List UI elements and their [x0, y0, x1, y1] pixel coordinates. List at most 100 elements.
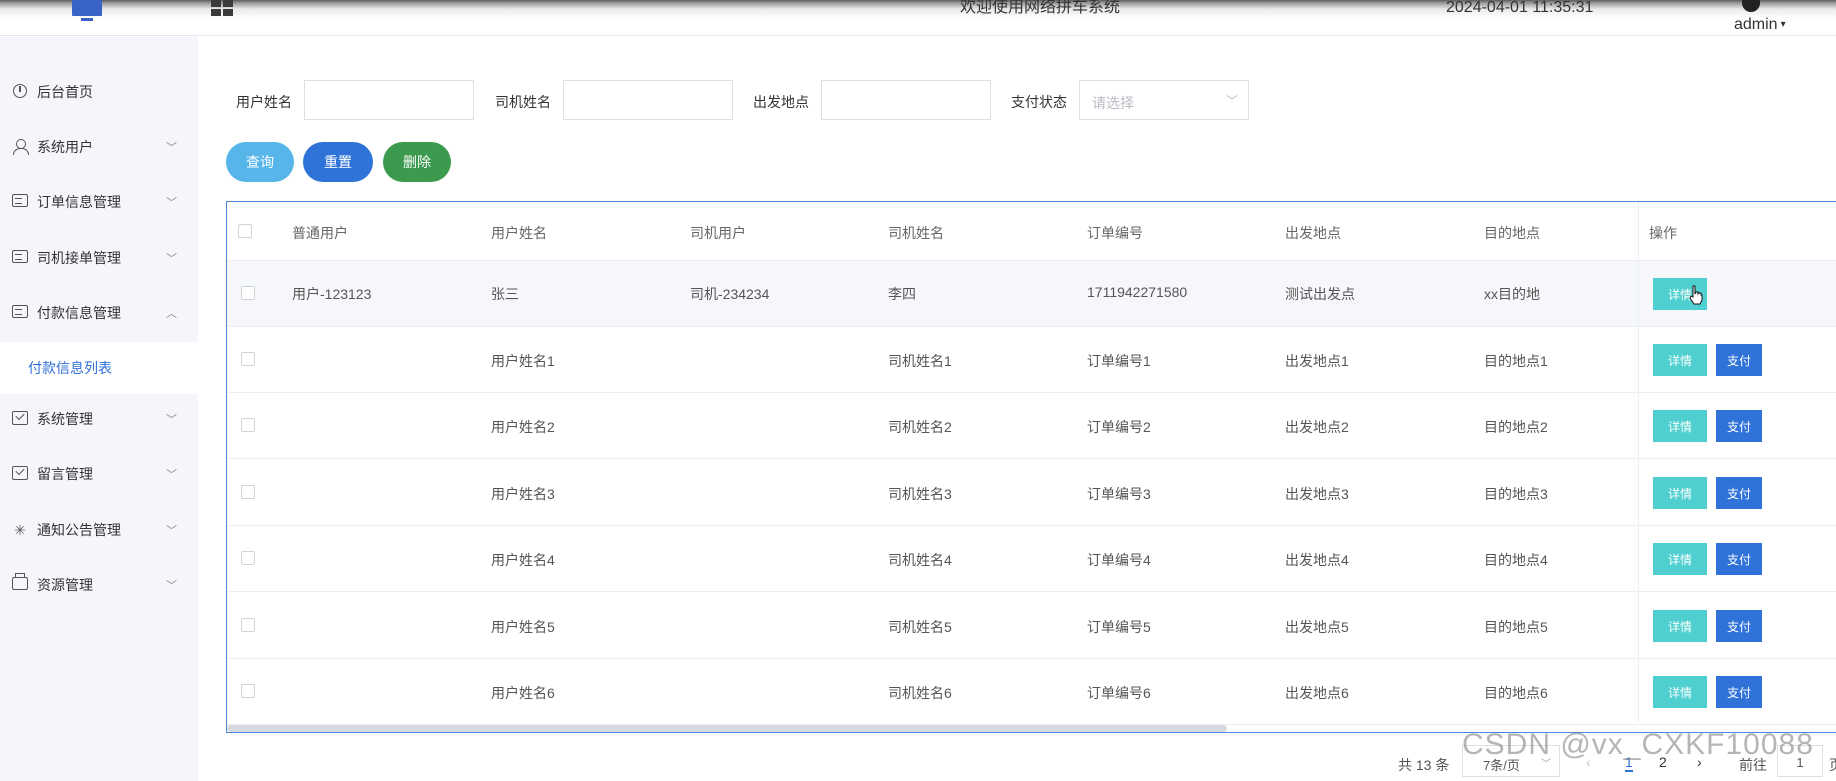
- column-header: 操作: [1649, 225, 1677, 241]
- user-name-input[interactable]: [304, 80, 474, 120]
- pay-button[interactable]: 支付: [1716, 676, 1762, 708]
- user-menu[interactable]: admin ▾: [1734, 16, 1786, 34]
- table-cell: 目的地点6: [1484, 685, 1548, 701]
- select-all-checkbox[interactable]: [238, 224, 252, 238]
- table-cell: 目的地点5: [1484, 619, 1548, 635]
- chevron-down-icon: ﹀: [166, 197, 177, 209]
- sidebar-item-label: 留言管理: [37, 466, 93, 482]
- table-cell: 目的地点2: [1484, 419, 1548, 435]
- user-name-label: 用户姓名: [236, 94, 292, 110]
- horizontal-scrollbar[interactable]: [227, 725, 1227, 732]
- detail-button[interactable]: 详情: [1653, 410, 1707, 442]
- fixed-column-divider: [1638, 202, 1639, 722]
- table-row[interactable]: 用户姓名4 司机姓名4 订单编号4 出发地点4 目的地点4 详情 支付: [227, 526, 1836, 592]
- row-checkbox[interactable]: [241, 551, 255, 565]
- sidebar-item-label: 通知公告管理: [37, 522, 121, 538]
- table-cell: 出发地点6: [1285, 685, 1349, 701]
- table-cell: 订单编号2: [1087, 419, 1151, 435]
- pay-status-label: 支付状态: [1011, 94, 1067, 110]
- table-cell: 订单编号3: [1087, 486, 1151, 502]
- table-cell: 1711942271580: [1087, 284, 1188, 300]
- chevron-down-icon: ﹀: [166, 142, 177, 154]
- table-cell: 用户姓名6: [491, 685, 555, 701]
- sidebar-subitem-payment-list[interactable]: 付款信息列表: [0, 342, 198, 394]
- departure-input[interactable]: [821, 80, 991, 120]
- table-row[interactable]: 用户-123123 张三 司机-234234 李四 1711942271580 …: [227, 261, 1836, 327]
- table-cell: 订单编号5: [1087, 619, 1151, 635]
- table-cell: 订单编号1: [1087, 353, 1151, 369]
- table-cell: 出发地点3: [1285, 486, 1349, 502]
- table-cell: 订单编号4: [1087, 552, 1151, 568]
- sidebar-item-system-management[interactable]: 系统管理 ﹀: [0, 399, 198, 439]
- sidebar-item-label: 资源管理: [37, 577, 93, 593]
- query-button[interactable]: 查询: [226, 142, 294, 182]
- grid-menu-icon[interactable]: [211, 0, 233, 17]
- pay-button[interactable]: 支付: [1716, 477, 1762, 509]
- sidebar-item-label: 系统用户: [37, 139, 93, 155]
- sidebar-item-notices[interactable]: ✳ 通知公告管理 ﹀: [0, 510, 198, 550]
- sidebar: 后台首页 系统用户 ﹀ 订单信息管理 ﹀ 司机接单管理 ﹀ 付款信息管理 ︿ 付…: [0, 37, 198, 781]
- departure-label: 出发地点: [753, 94, 809, 110]
- row-checkbox[interactable]: [241, 485, 255, 499]
- row-checkbox[interactable]: [241, 286, 255, 300]
- sidebar-item-label: 司机接单管理: [37, 250, 121, 266]
- avatar[interactable]: [1742, 0, 1760, 12]
- pay-button[interactable]: 支付: [1716, 410, 1762, 442]
- table-cell: 司机姓名4: [888, 552, 952, 568]
- hand-cursor-icon: [1689, 285, 1703, 305]
- table-row[interactable]: 用户姓名5 司机姓名5 订单编号5 出发地点5 目的地点5 详情 支付: [227, 593, 1836, 659]
- table-cell: 出发地点5: [1285, 619, 1349, 635]
- top-header: 欢迎使用网络拼车系统 2024-04-01 11:35:31 admin ▾: [0, 0, 1836, 36]
- row-checkbox[interactable]: [241, 684, 255, 698]
- table-cell: 用户-123123: [292, 286, 372, 302]
- row-checkbox[interactable]: [241, 352, 255, 366]
- table-row[interactable]: 用户姓名1 司机姓名1 订单编号1 出发地点1 目的地点1 详情 支付: [227, 327, 1836, 393]
- detail-button[interactable]: 详情: [1653, 676, 1707, 708]
- table-cell: 用户姓名3: [491, 486, 555, 502]
- table-row[interactable]: 用户姓名2 司机姓名2 订单编号2 出发地点2 目的地点2 详情 支付: [227, 393, 1836, 459]
- document-icon: [12, 305, 28, 321]
- detail-button[interactable]: 详情: [1653, 543, 1707, 575]
- delete-button[interactable]: 删除: [383, 142, 451, 182]
- pagination-total: 共 13 条: [1398, 757, 1450, 773]
- column-header: 订单编号: [1087, 225, 1143, 241]
- sidebar-item-resources[interactable]: 资源管理 ﹀: [0, 565, 198, 605]
- table-cell: 司机姓名2: [888, 419, 952, 435]
- sidebar-item-label: 后台首页: [37, 84, 93, 100]
- pay-button[interactable]: 支付: [1716, 610, 1762, 642]
- monitor-logo-icon: [72, 0, 102, 22]
- chevron-down-icon: ﹀: [166, 469, 177, 481]
- table-cell: 李四: [888, 286, 916, 302]
- table-row[interactable]: 用户姓名6 司机姓名6 订单编号6 出发地点6 目的地点6 详情 支付: [227, 659, 1836, 725]
- pay-button[interactable]: 支付: [1716, 344, 1762, 376]
- pay-status-placeholder: 请选择: [1092, 95, 1134, 111]
- goto-unit-label: 页: [1829, 755, 1836, 775]
- column-header: 司机姓名: [888, 225, 944, 241]
- driver-name-label: 司机姓名: [495, 94, 551, 110]
- table-row[interactable]: 用户姓名3 司机姓名3 订单编号3 出发地点3 目的地点3 详情 支付: [227, 460, 1836, 526]
- printer-icon: [12, 573, 28, 593]
- sidebar-item-payments[interactable]: 付款信息管理 ︿: [0, 293, 198, 333]
- table-cell: xx目的地: [1484, 286, 1540, 302]
- pay-button[interactable]: 支付: [1716, 543, 1762, 575]
- row-checkbox[interactable]: [241, 618, 255, 632]
- sidebar-item-dashboard[interactable]: 后台首页: [0, 72, 198, 112]
- chevron-down-icon: ﹀: [166, 525, 177, 537]
- sidebar-item-orders[interactable]: 订单信息管理 ﹀: [0, 182, 198, 222]
- table-cell: 用户姓名5: [491, 619, 555, 635]
- pay-status-select[interactable]: 请选择 ﹀: [1079, 80, 1249, 120]
- sidebar-item-messages[interactable]: 留言管理 ﹀: [0, 454, 198, 494]
- table-cell: 张三: [491, 286, 519, 302]
- driver-name-input[interactable]: [563, 80, 733, 120]
- reset-button[interactable]: 重置: [303, 142, 373, 182]
- detail-button[interactable]: 详情: [1653, 610, 1707, 642]
- sidebar-item-label: 订单信息管理: [37, 194, 121, 210]
- detail-button[interactable]: 详情: [1653, 477, 1707, 509]
- table-cell: 测试出发点: [1285, 286, 1355, 302]
- detail-button[interactable]: 详情: [1653, 344, 1707, 376]
- watermark: CSDN @vx_CXKF10088: [1462, 728, 1814, 761]
- sidebar-item-driver-orders[interactable]: 司机接单管理 ﹀: [0, 238, 198, 278]
- table-cell: 出发地点2: [1285, 419, 1349, 435]
- row-checkbox[interactable]: [241, 418, 255, 432]
- sidebar-item-system-users[interactable]: 系统用户 ﹀: [0, 127, 198, 167]
